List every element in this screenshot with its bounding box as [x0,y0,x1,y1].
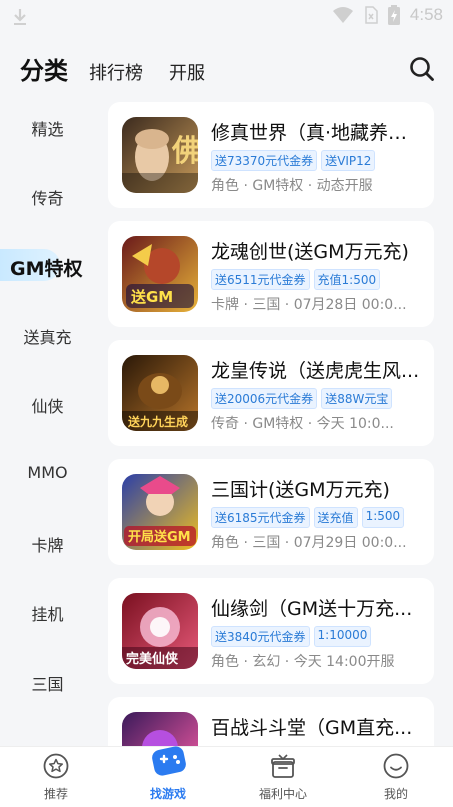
tab-label: 找游戏 [149,787,186,801]
game-art-image: 完美仙侠 [122,607,198,669]
game-card[interactable]: 开局送GM 三国计(送GM万元充) 送6185元代金券 送充值 1:500 角色… [108,459,434,565]
sidebar-item-xianxia[interactable]: 仙侠 [0,393,95,417]
svg-text:完美仙侠: 完美仙侠 [126,651,179,667]
status-bar: 4:58 [0,0,453,34]
tag: 送充值 [313,507,358,528]
star-icon [43,753,69,779]
sim-icon [365,6,378,24]
game-card[interactable]: 百战斗斗堂（GM直充... [108,697,434,746]
sidebar-item-idle[interactable]: 挂机 [0,601,95,625]
sidebar-item-gm-privilege[interactable]: GM特权 [0,249,83,281]
tag: 送88W元宝 [321,388,393,409]
download-icon [14,9,26,25]
sidebar-item-label: GM特权 [10,258,83,280]
game-tags: 送3840元代金券 1:10000 [211,626,372,647]
game-thumbnail: 开局送GM [122,474,198,550]
game-art-image [142,730,178,746]
game-tags: 送73370元代金券 送VIP12 [211,150,376,171]
game-thumbnail: 送九九生成 [122,355,198,431]
tag: 充值1:500 [313,269,381,290]
tab-ranking[interactable]: 排行榜 [89,59,143,85]
wifi-icon [332,7,353,23]
game-thumbnail: 佛 [122,117,198,193]
game-thumbnail: 送GM [122,236,198,312]
tab-label: 我的 [383,787,408,801]
tag: 送20006元代金券 [211,388,318,409]
tag: 1:500 [361,507,405,528]
sidebar-item-real-recharge[interactable]: 送真充 [0,324,95,348]
game-meta: 卡牌 · 三国 · 07月28日 00:0... [211,297,407,313]
game-art-image: 送九九生成 [122,373,198,431]
game-title: 百战斗斗堂（GM直充... [211,717,413,739]
game-meta: 传奇 · GM特权 · 今天 10:0... [211,416,394,432]
bottom-tab-bar: 推荐 找游戏 福利中心 我的 [0,746,453,807]
game-art-image: 送GM [126,244,194,308]
gift-icon [271,754,295,778]
tab-welfare-center[interactable]: 福利中心 [238,747,328,807]
sidebar-item-legend[interactable]: 传奇 [0,185,95,209]
game-card[interactable]: 佛 修真世界（真·地藏养成... 送73370元代金券 送VIP12 角色 · … [108,102,434,208]
game-title: 三国计(送GM万元充) [211,479,390,501]
top-header: 分类 排行榜 开服 [0,34,453,96]
tab-mine[interactable]: 我的 [351,747,441,807]
game-meta: 角色 · 三国 · 07月29日 00:0... [211,535,407,551]
tag: 送6185元代金券 [211,507,310,528]
game-title: 仙缘剑（GM送十万充... [211,598,413,620]
sidebar-item-card[interactable]: 卡牌 [0,532,95,556]
tab-label: 推荐 [43,787,68,801]
game-title: 龙魂创世(送GM万元充) [211,241,409,263]
svg-text:送GM: 送GM [130,288,173,306]
smile-icon [383,753,409,779]
game-title: 修真世界（真·地藏养成... [211,122,423,144]
tab-category[interactable]: 分类 [20,51,68,86]
game-card[interactable]: 完美仙侠 仙缘剑（GM送十万充... 送3840元代金券 1:10000 角色 … [108,578,434,684]
battery-icon [387,5,400,25]
game-meta: 角色 · 玄幻 · 今天 14:00开服 [211,654,395,670]
svg-text:佛: 佛 [171,134,198,169]
game-thumbnail [122,712,198,746]
tab-server-open[interactable]: 开服 [169,59,205,85]
game-tags: 送6511元代金券 充值1:500 [211,269,381,290]
game-art-image: 开局送GM [124,476,196,546]
sidebar-item-mmo[interactable]: MMO [0,463,95,482]
sidebar-item-three-kingdoms[interactable]: 三国 [0,671,95,695]
tab-find-games[interactable]: 找游戏 [123,746,213,807]
tag: 送3840元代金券 [211,626,310,647]
game-thumbnail: 完美仙侠 [122,593,198,669]
sidebar-item-featured[interactable]: 精选 [0,116,95,140]
category-sidebar: 精选 传奇 GM特权 送真充 仙侠 MMO 卡牌 挂机 三国 [0,96,100,746]
search-icon[interactable] [409,56,435,82]
game-title: 龙皇传说（送虎虎生风... [211,360,420,382]
tag: 送73370元代金券 [211,150,318,171]
tab-recommend[interactable]: 推荐 [11,747,101,807]
svg-text:送九九生成: 送九九生成 [127,414,188,429]
tag: 1:10000 [313,626,372,647]
tag: 送VIP12 [321,150,376,171]
game-meta: 角色 · GM特权 · 动态开服 [211,178,373,194]
gamepad-icon [152,746,186,776]
game-card[interactable]: 送GM 龙魂创世(送GM万元充) 送6511元代金券 充值1:500 卡牌 · … [108,221,434,327]
status-time: 4:58 [409,5,443,24]
tag: 送6511元代金券 [211,269,310,290]
svg-text:开局送GM: 开局送GM [128,529,191,545]
tab-label: 福利中心 [258,787,307,801]
game-tags: 送20006元代金券 送88W元宝 [211,388,393,409]
game-list: 佛 修真世界（真·地藏养成... 送73370元代金券 送VIP12 角色 · … [108,102,434,746]
game-card[interactable]: 送九九生成 龙皇传说（送虎虎生风... 送20006元代金券 送88W元宝 传奇… [108,340,434,446]
game-tags: 送6185元代金券 送充值 1:500 [211,507,405,528]
game-art-image: 佛 [122,129,198,193]
